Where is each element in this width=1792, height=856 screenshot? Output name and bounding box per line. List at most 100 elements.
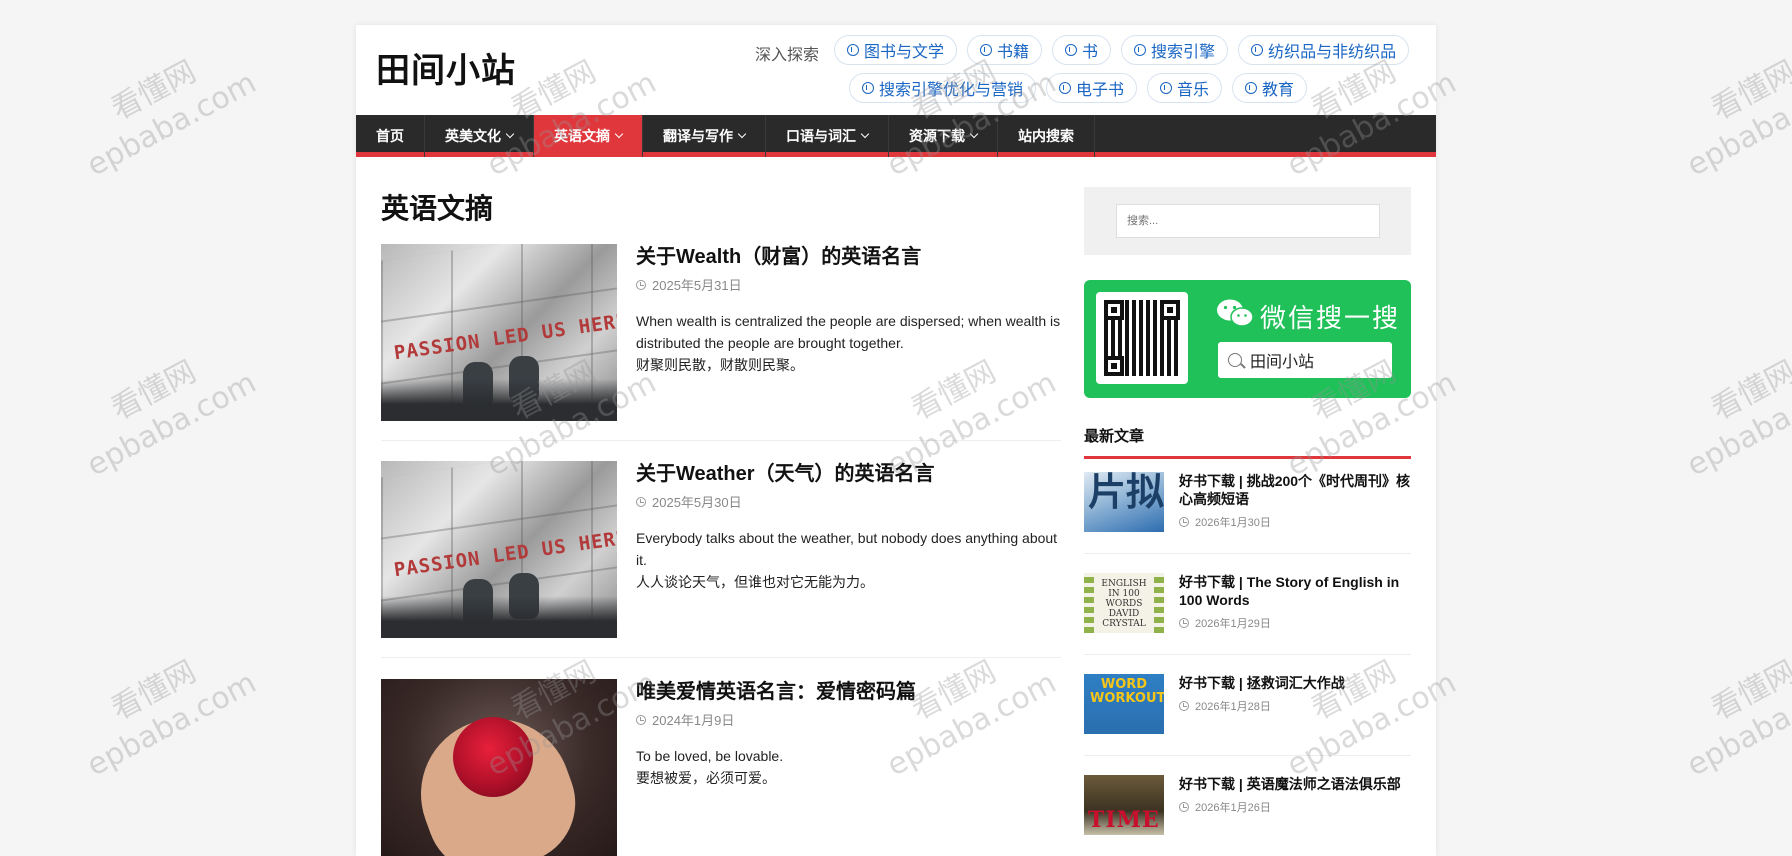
clock-icon (636, 279, 646, 290)
recent-post-body: 好书下载 | The Story of English in 100 Words… (1179, 573, 1411, 631)
recent-post-date-text: 2026年1月29日 (1195, 618, 1271, 630)
recent-post-title[interactable]: 好书下载 | 英语魔法师之语法俱乐部 (1179, 775, 1411, 793)
tag-seo-marketing[interactable]: 搜索引擎优化与营销 (849, 73, 1037, 103)
recent-post-thumbnail[interactable]: ENGLISH IN 100 WORDS DAVID CRYSTAL (1084, 573, 1164, 633)
tag-icon (1059, 82, 1072, 94)
tag-textiles[interactable]: 纺织品与非纺织品 (1238, 35, 1410, 65)
recent-posts-title: 最新文章 (1084, 425, 1411, 459)
recent-post-item: WORD WORKOUT 好书下载 | 拯救词汇大作战 2026年1月28日 (1084, 674, 1411, 734)
tag-label: 纺织品与非纺织品 (1268, 44, 1397, 61)
tag-icon (1134, 44, 1147, 56)
recent-divider (1084, 553, 1411, 554)
tag-book[interactable]: 书 (1052, 35, 1112, 65)
excerpt-en: When wealth is centralized the people ar… (636, 313, 1061, 351)
post-date-text: 2025年5月31日 (652, 278, 742, 293)
recent-post-thumbnail[interactable]: TIME (1084, 775, 1164, 835)
nav-item-culture[interactable]: 英美文化 (425, 115, 534, 157)
post-date: 2025年5月31日 (636, 275, 1061, 294)
watermark-line2: epbaba.com (1681, 365, 1792, 484)
nav-label: 首页 (376, 128, 404, 144)
thumbnail-text: WORD WORKOUT (1090, 677, 1164, 706)
explore-label: 深入探索 (755, 47, 820, 64)
site-title[interactable]: 田间小站 (376, 43, 516, 92)
sidebar-search-widget (1084, 187, 1411, 255)
nav-label: 资源下载 (909, 128, 965, 144)
tag-icon (862, 82, 874, 94)
tag-icon (847, 44, 859, 56)
page-title: 英语文摘 (381, 193, 494, 224)
nav-label: 英美文化 (445, 128, 501, 144)
post-thumbnail[interactable]: PASSION LED US HERE (381, 461, 617, 638)
nav-item-home[interactable]: 首页 (356, 115, 425, 157)
post-divider (381, 657, 1061, 658)
recent-post-title[interactable]: 好书下载 | The Story of English in 100 Words (1179, 573, 1411, 609)
recent-post-date: 2026年1月28日 (1179, 698, 1411, 714)
search-icon (1228, 353, 1242, 367)
explore-tags-row-2: 搜索引擎优化与营销 电子书 音乐 教育 (849, 73, 1308, 103)
tag-label: 书籍 (997, 44, 1030, 61)
post-date: 2024年1月9日 (636, 710, 1061, 729)
watermark-line1: 看懂网 (1705, 54, 1792, 128)
post-item: PASSION LED US HERE 关于Weather（天气）的英语名言 2… (381, 461, 1061, 638)
post-excerpt: When wealth is centralized the people ar… (636, 310, 1061, 376)
nav-item-speaking[interactable]: 口语与词汇 (766, 115, 889, 157)
clock-icon (1179, 517, 1189, 527)
tag-music[interactable]: 音乐 (1147, 73, 1223, 103)
wechat-search-box[interactable]: 田间小站 (1218, 342, 1392, 378)
wechat-search-text: 田间小站 (1250, 354, 1315, 371)
tag-label: 搜索引擎 (1151, 44, 1216, 61)
post-date-text: 2025年5月30日 (652, 495, 742, 510)
watermark-line1: 看懂网 (1705, 654, 1792, 728)
wechat-search-banner[interactable]: 微信搜一搜 田间小站 (1084, 280, 1411, 398)
post-title[interactable]: 唯美爱情英语名言：爱情密码篇 (636, 679, 1061, 705)
explore-tags-row-1: 图书与文学 书籍 书 搜索引擎 纺织品与非纺织品 (834, 35, 1410, 65)
post-date-text: 2024年1月9日 (652, 713, 735, 728)
nav-item-downloads[interactable]: 资源下载 (889, 115, 998, 157)
recent-post-date: 2026年1月29日 (1179, 615, 1411, 631)
recent-post-date-text: 2026年1月28日 (1195, 701, 1271, 713)
nav-label: 站内搜索 (1018, 128, 1074, 144)
excerpt-zh: 人人谈论天气，但谁也对它无能为力。 (636, 574, 874, 590)
post-body: 关于Wealth（财富）的英语名言 2025年5月31日 When wealth… (636, 244, 1061, 376)
site-container: 田间小站 深入探索 图书与文学 书籍 书 搜索引擎 纺织品与非纺织品 搜索引擎优… (356, 25, 1436, 856)
chevron-down-icon (614, 129, 624, 139)
recent-post-title[interactable]: 好书下载 | 拯救词汇大作战 (1179, 674, 1411, 692)
tag-icon (1245, 82, 1258, 94)
watermark: 看懂网 epbaba.com (1663, 31, 1792, 185)
recent-post-body: 好书下载 | 英语魔法师之语法俱乐部 2026年1月26日 (1179, 775, 1411, 815)
tag-education[interactable]: 教育 (1232, 73, 1308, 103)
tag-ebook[interactable]: 电子书 (1046, 73, 1138, 103)
watermark-line2: epbaba.com (81, 365, 262, 484)
recent-divider (1084, 654, 1411, 655)
watermark-line1: 看懂网 (105, 654, 202, 728)
recent-post-thumbnail[interactable]: 片拟 (1084, 472, 1164, 532)
recent-post-body: 好书下载 | 挑战200个《时代周刊》核心高频短语 2026年1月30日 (1179, 472, 1411, 530)
post-thumbnail[interactable] (381, 679, 617, 856)
tag-books[interactable]: 书籍 (967, 35, 1043, 65)
main-nav: 首页 英美文化 英语文摘 翻译与写作 口语与词汇 资源下载 站内搜索 (356, 115, 1436, 157)
tag-label: 搜索引擎优化与营销 (879, 82, 1024, 99)
post-title[interactable]: 关于Wealth（财富）的英语名言 (636, 244, 1061, 270)
recent-post-thumbnail[interactable]: WORD WORKOUT (1084, 674, 1164, 734)
thumbnail-text: ENGLISH IN 100 WORDS DAVID CRYSTAL (1101, 579, 1147, 629)
qr-code (1096, 292, 1188, 384)
clock-icon (636, 496, 646, 507)
recent-post-date: 2026年1月30日 (1179, 514, 1411, 530)
post-date: 2025年5月30日 (636, 492, 1061, 511)
nav-item-site-search[interactable]: 站内搜索 (998, 115, 1095, 157)
nav-item-translation[interactable]: 翻译与写作 (643, 115, 766, 157)
clock-icon (636, 714, 646, 725)
excerpt-en: Everybody talks about the weather, but n… (636, 530, 1058, 568)
tag-label: 音乐 (1177, 82, 1210, 99)
clock-icon (1179, 701, 1189, 711)
tag-search-engine[interactable]: 搜索引擎 (1121, 35, 1229, 65)
search-input[interactable] (1116, 204, 1380, 238)
nav-item-digest[interactable]: 英语文摘 (534, 115, 643, 157)
post-item: PASSION LED US HERE 关于Wealth（财富）的英语名言 20… (381, 244, 1061, 421)
recent-post-title[interactable]: 好书下载 | 挑战200个《时代周刊》核心高频短语 (1179, 472, 1411, 508)
tag-icon (1065, 44, 1078, 56)
post-title[interactable]: 关于Weather（天气）的英语名言 (636, 461, 1061, 487)
post-thumbnail[interactable]: PASSION LED US HERE (381, 244, 617, 421)
tag-books-literature[interactable]: 图书与文学 (834, 35, 958, 65)
excerpt-en: To be loved, be lovable. (636, 748, 784, 764)
